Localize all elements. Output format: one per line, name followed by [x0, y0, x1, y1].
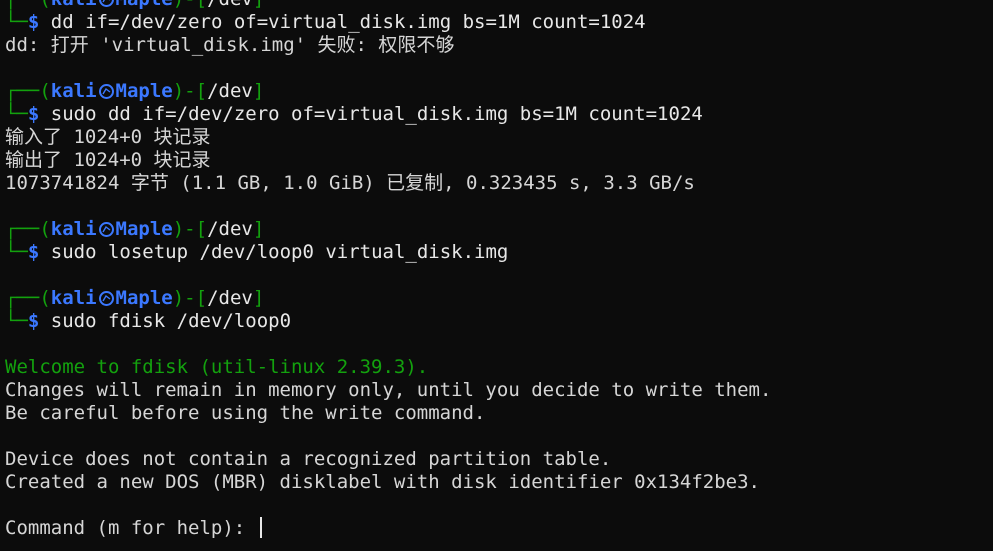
kali-dragon-icon — [98, 222, 114, 237]
prompt-line-4: ┌──(kali Maple)-[/dev] — [5, 287, 265, 309]
text-cursor — [259, 517, 262, 538]
command-text: sudo fdisk /dev/loop0 — [50, 310, 292, 332]
command-line-1: └─$ dd if=/dev/zero of=virtual_disk.img … — [5, 11, 990, 34]
kali-dragon-icon — [98, 84, 114, 99]
prompt-line-3: ┌──(kali Maple)-[/dev] — [5, 218, 265, 240]
command-line-3: └─$ sudo losetup /dev/loop0 virtual_disk… — [5, 241, 509, 263]
prompt-host: Maple — [116, 0, 173, 10]
output-line: 输出了 1024+0 块记录 — [5, 149, 211, 171]
command-text: dd if=/dev/zero of=virtual_disk.img bs=1… — [50, 11, 646, 33]
output-line: 1073741824 字节 (1.1 GB, 1.0 GiB) 已复制, 0.3… — [5, 172, 695, 194]
prompt-line-1: ┌──(kaliMaple)-[/dev] — [5, 0, 990, 11]
output-line: dd: 打开 'virtual_disk.img' 失败: 权限不够 — [5, 34, 455, 56]
kali-dragon-icon — [98, 291, 114, 306]
terminal-output[interactable]: ┌──(kaliMaple)-[/dev] └─$ dd if=/dev/zer… — [5, 0, 990, 540]
prompt-box-top: ┌──( — [5, 0, 51, 10]
command-text: sudo losetup /dev/loop0 virtual_disk.img — [50, 241, 509, 263]
fdisk-command-prompt[interactable]: Command (m for help): — [5, 517, 990, 540]
output-line: Changes will remain in memory only, unti… — [5, 379, 772, 401]
command-line-4: └─$ sudo fdisk /dev/loop0 — [5, 310, 292, 332]
command-text: sudo dd if=/dev/zero of=virtual_disk.img… — [50, 103, 703, 125]
command-line-2: └─$ sudo dd if=/dev/zero of=virtual_disk… — [5, 103, 703, 125]
kali-dragon-icon — [98, 0, 114, 7]
prompt-dir: /dev — [207, 0, 253, 10]
prompt-line-2: ┌──(kali Maple)-[/dev] — [5, 80, 265, 102]
prompt-box-bottom: └─ — [5, 11, 28, 33]
output-line: Be careful before using the write comman… — [5, 402, 486, 424]
prompt-user: kali — [51, 0, 97, 10]
command-prompt-text: Command (m for help): — [5, 517, 257, 539]
output-line: Device does not contain a recognized par… — [5, 448, 612, 470]
fdisk-welcome: Welcome to fdisk (util-linux 2.39.3). — [5, 356, 429, 378]
prompt-symbol: $ — [27, 11, 40, 33]
output-line: 输入了 1024+0 块记录 — [5, 126, 211, 148]
output-line: Created a new DOS (MBR) disklabel with d… — [5, 471, 760, 493]
